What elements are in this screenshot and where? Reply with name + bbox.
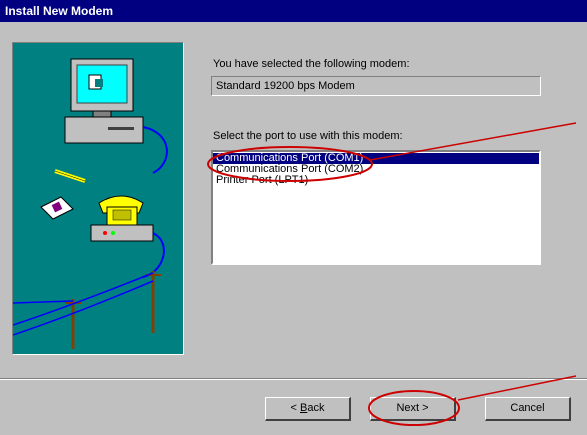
window-title: Install New Modem: [0, 0, 587, 22]
selected-modem-label: You have selected the following modem:: [213, 58, 410, 70]
back-button-prefix: <: [290, 402, 300, 414]
computer-icon: [13, 58, 168, 349]
install-modem-dialog: Install New Modem You have selected the …: [0, 0, 587, 435]
selected-modem-field: Standard 19200 bps Modem: [211, 76, 541, 96]
port-listbox[interactable]: Communications Port (COM1) Communication…: [211, 150, 541, 265]
next-button[interactable]: Next >: [370, 397, 456, 421]
back-button-rest: ack: [307, 402, 325, 414]
modem-illustration: [12, 42, 184, 355]
port-select-label: Select the port to use with this modem:: [213, 130, 403, 142]
cancel-button[interactable]: Cancel: [485, 397, 571, 421]
back-button[interactable]: < Back: [265, 397, 351, 421]
button-divider: [0, 378, 587, 380]
port-option-lpt1[interactable]: Printer Port (LPT1): [213, 175, 539, 186]
